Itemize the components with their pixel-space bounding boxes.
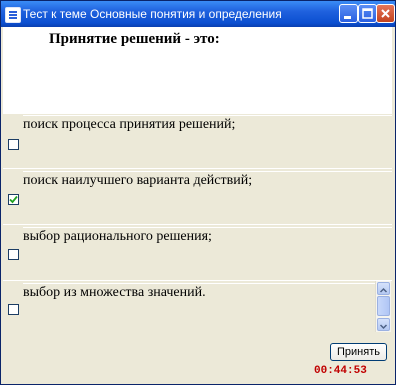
option-1-checkbox[interactable]	[8, 139, 19, 150]
option-1-panel: поиск процесса принятия решений;	[23, 115, 392, 167]
option-4-panel: выбор из множества значений.	[23, 283, 375, 333]
maximize-button[interactable]	[358, 4, 377, 23]
question-text: Принятие решений - это:	[49, 31, 220, 47]
option-3: выбор рационального решения;	[3, 227, 392, 280]
checkmark-icon	[9, 195, 18, 204]
timer: 00:44:53	[314, 365, 367, 377]
scroll-up-button[interactable]	[377, 282, 390, 295]
option-4-scrollbar[interactable]	[375, 281, 391, 332]
scroll-thumb[interactable]	[377, 296, 390, 316]
minimize-button[interactable]	[339, 4, 358, 23]
option-1: поиск процесса принятия решений;	[3, 115, 392, 168]
window-title: Тест к теме Основные понятия и определен…	[23, 7, 282, 21]
option-1-label: поиск процесса принятия решений;	[23, 117, 236, 132]
option-2-checkbox[interactable]	[8, 194, 19, 205]
close-button[interactable]	[376, 4, 395, 23]
scroll-down-button[interactable]	[377, 318, 390, 331]
app-window: Тест к теме Основные понятия и определен…	[0, 0, 396, 385]
close-icon	[381, 9, 390, 18]
question-area: Принятие решений - это:	[3, 27, 392, 114]
divider	[3, 168, 392, 169]
option-3-label: выбор рационального решения;	[23, 229, 212, 244]
divider	[3, 280, 392, 281]
app-icon	[5, 7, 21, 23]
accept-button[interactable]: Принять	[330, 343, 387, 361]
title-bar[interactable]: Тест к теме Основные понятия и определен…	[1, 1, 395, 27]
option-3-panel: выбор рационального решения;	[23, 227, 392, 279]
option-4-checkbox[interactable]	[8, 304, 19, 315]
minimize-icon	[344, 16, 351, 19]
option-2-label: поиск наилучшего варианта действий;	[23, 173, 253, 188]
option-4-label: выбор из множества значений.	[23, 285, 206, 300]
option-4: выбор из множества значений.	[3, 283, 392, 335]
maximize-icon	[362, 8, 373, 19]
option-2-panel: поиск наилучшего варианта действий;	[23, 171, 392, 223]
option-3-checkbox[interactable]	[8, 249, 19, 260]
chevron-down-icon	[379, 324, 388, 330]
option-2: поиск наилучшего варианта действий;	[3, 171, 392, 224]
divider	[3, 224, 392, 225]
chevron-up-icon	[379, 287, 388, 293]
